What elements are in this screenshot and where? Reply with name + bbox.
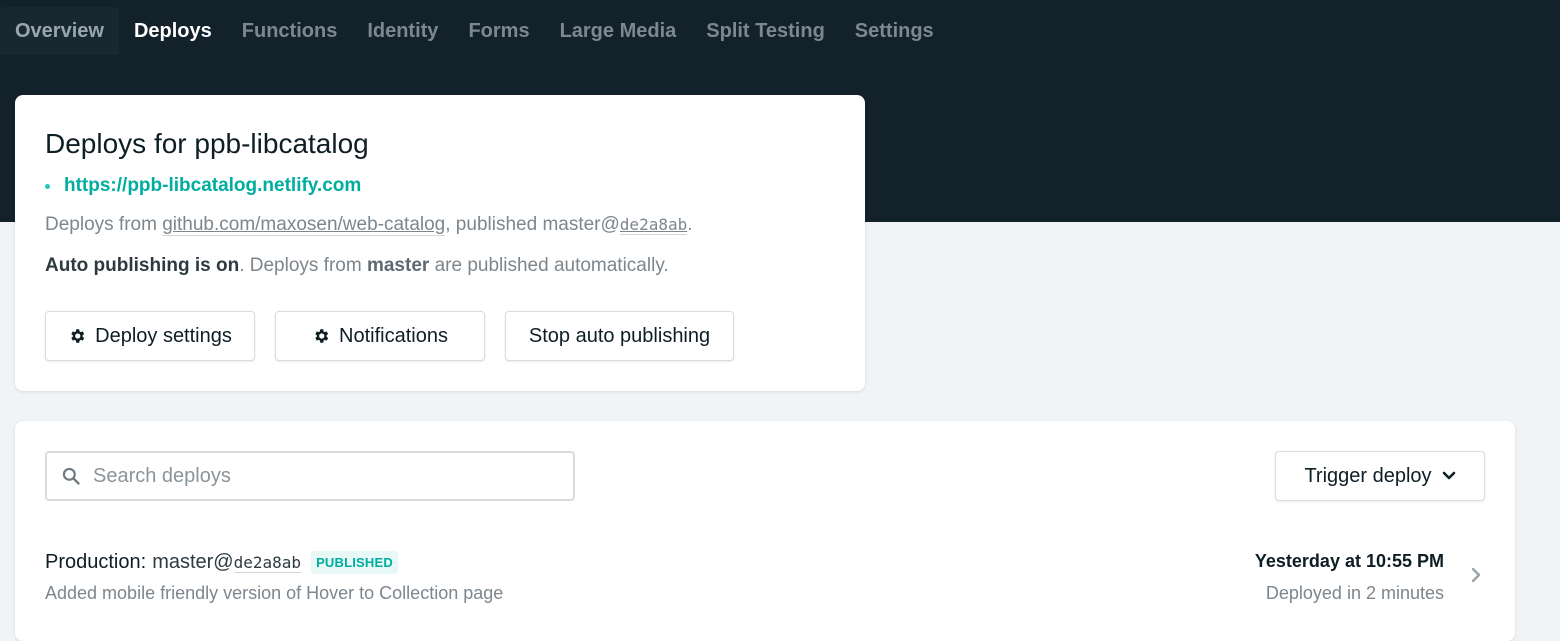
deploy-source-text: Deploys from github.com/maxosen/web-cata… bbox=[45, 214, 693, 236]
auto-publishing-status: Auto publishing is on. Deploys from mast… bbox=[45, 255, 669, 277]
site-url-link[interactable]: https://ppb-libcatalog.netlify.com bbox=[64, 175, 361, 197]
repo-link[interactable]: github.com/maxosen/web-catalog bbox=[162, 214, 446, 236]
search-input[interactable] bbox=[93, 464, 533, 488]
tab-settings[interactable]: Settings bbox=[840, 7, 949, 55]
deploy-context: Production bbox=[45, 551, 141, 573]
deploy-duration: Deployed in 2 minutes bbox=[1265, 583, 1444, 603]
tab-overview[interactable]: Overview bbox=[0, 7, 119, 55]
tab-forms[interactable]: Forms bbox=[453, 7, 544, 55]
deploys-list-card: Trigger deploy Production: master@de2a8a… bbox=[15, 421, 1515, 641]
tab-functions[interactable]: Functions bbox=[227, 7, 353, 55]
site-url-row: https://ppb-libcatalog.netlify.com bbox=[45, 175, 361, 197]
search-icon bbox=[61, 466, 81, 486]
deploy-row[interactable]: Production: master@ de2a8ab PUBLISHED Add… bbox=[15, 541, 1515, 611]
trigger-deploy-label: Trigger deploy bbox=[1304, 464, 1432, 487]
deploy-settings-button[interactable]: Deploy settings bbox=[45, 311, 255, 361]
tab-large-media[interactable]: Large Media bbox=[545, 7, 692, 55]
deploys-from-prefix: Deploys from bbox=[45, 214, 163, 235]
deploy-time: Yesterday at 10:55 PM bbox=[1254, 551, 1444, 571]
tab-deploys[interactable]: Deploys bbox=[119, 7, 227, 55]
deploy-settings-label: Deploy settings bbox=[95, 324, 232, 347]
auto-publishing-label: Auto publishing is on bbox=[45, 255, 240, 276]
gear-icon bbox=[312, 327, 330, 345]
period: . bbox=[687, 214, 693, 235]
commit-link[interactable]: de2a8ab bbox=[619, 215, 688, 235]
notifications-label: Notifications bbox=[339, 324, 448, 347]
stop-auto-publishing-button[interactable]: Stop auto publishing bbox=[505, 311, 734, 361]
deploy-commit: de2a8ab bbox=[233, 552, 302, 573]
auto-publishing-text-2: are published automatically. bbox=[429, 255, 669, 276]
deploy-branch: master@ bbox=[152, 551, 234, 573]
notifications-button[interactable]: Notifications bbox=[275, 311, 485, 361]
status-dot bbox=[45, 183, 50, 189]
stop-auto-publishing-label: Stop auto publishing bbox=[528, 324, 711, 347]
page-title: Deploys for ppb-libcatalog bbox=[45, 128, 369, 159]
trigger-deploy-button[interactable]: Trigger deploy bbox=[1275, 451, 1485, 501]
auto-publishing-text-1: . Deploys from bbox=[239, 255, 367, 276]
auto-publishing-branch: master bbox=[366, 255, 430, 276]
gear-icon bbox=[68, 327, 86, 345]
branch-name: master@ bbox=[542, 214, 620, 235]
chevron-right-icon bbox=[1471, 567, 1481, 583]
deploy-separator: : bbox=[140, 551, 147, 573]
tab-identity[interactable]: Identity bbox=[352, 7, 453, 55]
deploy-message: Added mobile friendly version of Hover t… bbox=[45, 583, 504, 603]
deploy-title: Production: master@ de2a8ab PUBLISHED bbox=[45, 551, 398, 574]
site-nav-tabs: Overview Deploys Functions Identity Form… bbox=[0, 7, 949, 55]
search-field[interactable] bbox=[45, 451, 575, 501]
status-badge: PUBLISHED bbox=[311, 551, 398, 574]
published-text: , published bbox=[445, 214, 543, 235]
chevron-down-icon bbox=[1442, 471, 1456, 481]
tab-split-testing[interactable]: Split Testing bbox=[691, 7, 840, 55]
